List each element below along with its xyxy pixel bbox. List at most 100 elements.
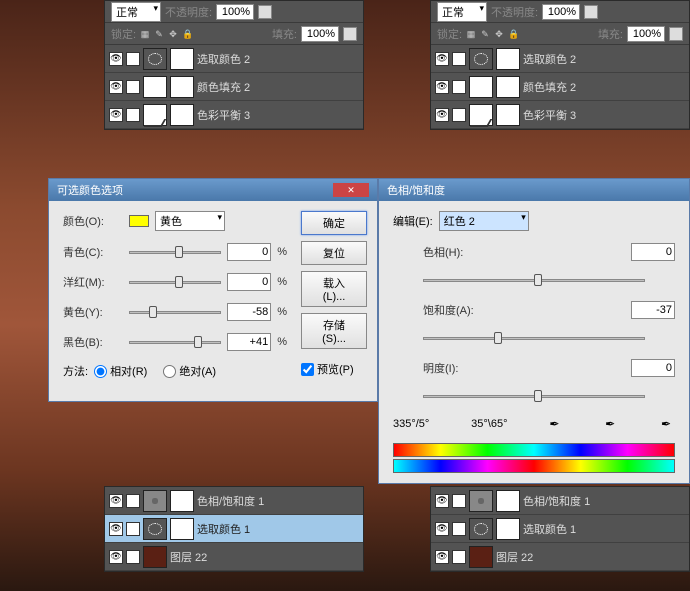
ok-button[interactable]: 确定	[301, 211, 367, 235]
link-slot	[126, 52, 140, 66]
spectrum-bar-2[interactable]	[393, 459, 675, 473]
layer-mask[interactable]	[496, 104, 520, 126]
absolute-radio[interactable]: 绝对(A)	[163, 363, 216, 379]
black-slider[interactable]	[129, 335, 221, 349]
layer-mask[interactable]	[170, 490, 194, 512]
relative-radio[interactable]: 相对(R)	[94, 363, 147, 379]
hue-input[interactable]	[631, 243, 675, 261]
layer-thumb[interactable]	[143, 490, 167, 512]
visibility-icon[interactable]: 👁	[435, 494, 449, 508]
lock-pixels-icon[interactable]: ▦	[466, 29, 476, 39]
visibility-icon[interactable]: 👁	[109, 108, 123, 122]
opacity-arrow-icon[interactable]	[584, 5, 598, 19]
close-icon[interactable]: ✕	[333, 183, 369, 197]
layer-thumb[interactable]	[143, 48, 167, 70]
visibility-icon[interactable]: 👁	[109, 522, 123, 536]
pct: %	[277, 306, 287, 318]
visibility-icon[interactable]: 👁	[435, 52, 449, 66]
dialog-titlebar[interactable]: 色相/饱和度	[379, 179, 689, 201]
layer-mask[interactable]	[496, 518, 520, 540]
cyan-input[interactable]	[227, 243, 271, 261]
layer-mask[interactable]	[496, 490, 520, 512]
visibility-icon[interactable]: 👁	[435, 522, 449, 536]
eyedropper-sub-icon[interactable]: ✒	[661, 417, 675, 431]
layer-thumb[interactable]	[143, 76, 167, 98]
blend-mode-dropdown[interactable]: 正常	[111, 2, 161, 22]
cyan-slider[interactable]	[129, 245, 221, 259]
save-button[interactable]: 存储(S)...	[301, 313, 367, 349]
layer-row[interactable]: 👁 颜色填充 2	[105, 73, 363, 101]
layer-mask[interactable]	[170, 76, 194, 98]
layer-row[interactable]: 👁 选取颜色 2	[431, 45, 689, 73]
visibility-icon[interactable]: 👁	[109, 80, 123, 94]
opacity-arrow-icon[interactable]	[258, 5, 272, 19]
sat-slider[interactable]	[423, 331, 645, 345]
load-button[interactable]: 载入(L)...	[301, 271, 367, 307]
spectrum-bar[interactable]	[393, 443, 675, 457]
layer-thumb[interactable]	[469, 546, 493, 568]
lock-label: 锁定:	[437, 26, 462, 42]
edit-dropdown[interactable]: 红色 2	[439, 211, 529, 231]
magenta-slider[interactable]	[129, 275, 221, 289]
layer-row[interactable]: 👁 图层 22	[431, 543, 689, 571]
dialog-titlebar[interactable]: 可选颜色选项 ✕	[49, 179, 377, 201]
light-input[interactable]	[631, 359, 675, 377]
layer-row[interactable]: 👁 颜色填充 2	[431, 73, 689, 101]
visibility-icon[interactable]: 👁	[109, 494, 123, 508]
layer-thumb[interactable]	[469, 518, 493, 540]
layer-mask[interactable]	[170, 518, 194, 540]
eyedropper-icon[interactable]: ✒	[549, 417, 563, 431]
reset-button[interactable]: 复位	[301, 241, 367, 265]
layer-thumb[interactable]	[143, 546, 167, 568]
lock-all-icon[interactable]: 🔒	[182, 29, 192, 39]
lock-brush-icon[interactable]: ✎	[154, 29, 164, 39]
yellow-slider[interactable]	[129, 305, 221, 319]
layer-row[interactable]: 👁 图层 22	[105, 543, 363, 571]
layer-row[interactable]: 👁 色相/饱和度 1	[431, 487, 689, 515]
layer-mask[interactable]	[170, 104, 194, 126]
black-input[interactable]	[227, 333, 271, 351]
layer-row[interactable]: 👁 选取颜色 1	[431, 515, 689, 543]
eyedropper-add-icon[interactable]: ✒	[605, 417, 619, 431]
layer-mask[interactable]	[170, 48, 194, 70]
visibility-icon[interactable]: 👁	[109, 550, 123, 564]
lock-brush-icon[interactable]: ✎	[480, 29, 490, 39]
layer-thumb[interactable]	[143, 518, 167, 540]
blend-mode-dropdown[interactable]: 正常	[437, 2, 487, 22]
pct: %	[277, 246, 287, 258]
sat-input[interactable]	[631, 301, 675, 319]
magenta-input[interactable]	[227, 273, 271, 291]
fill-arrow-icon[interactable]	[669, 27, 683, 41]
visibility-icon[interactable]: 👁	[435, 80, 449, 94]
light-slider[interactable]	[423, 389, 645, 403]
visibility-icon[interactable]: 👁	[435, 108, 449, 122]
cyan-label: 青色(C):	[63, 244, 123, 260]
fill-input[interactable]: 100%	[301, 26, 339, 42]
opacity-input[interactable]: 100%	[542, 4, 580, 20]
visibility-icon[interactable]: 👁	[109, 52, 123, 66]
layer-row[interactable]: 👁 色相/饱和度 1	[105, 487, 363, 515]
fill-arrow-icon[interactable]	[343, 27, 357, 41]
lock-move-icon[interactable]: ✥	[494, 29, 504, 39]
layer-row[interactable]: 👁 选取颜色 1	[105, 515, 363, 543]
layer-thumb[interactable]	[469, 48, 493, 70]
layer-mask[interactable]	[496, 76, 520, 98]
visibility-icon[interactable]: 👁	[435, 550, 449, 564]
layer-thumb[interactable]	[143, 104, 167, 126]
lock-all-icon[interactable]: 🔒	[508, 29, 518, 39]
layer-thumb[interactable]	[469, 104, 493, 126]
preview-checkbox[interactable]: 预览(P)	[301, 361, 354, 377]
lock-pixels-icon[interactable]: ▦	[140, 29, 150, 39]
yellow-input[interactable]	[227, 303, 271, 321]
color-dropdown[interactable]: 黄色	[155, 211, 225, 231]
layer-row[interactable]: 👁 选取颜色 2	[105, 45, 363, 73]
lock-move-icon[interactable]: ✥	[168, 29, 178, 39]
hue-slider[interactable]	[423, 273, 645, 287]
layer-row[interactable]: 👁 色彩平衡 3	[105, 101, 363, 129]
layer-thumb[interactable]	[469, 490, 493, 512]
layer-thumb[interactable]	[469, 76, 493, 98]
layer-row[interactable]: 👁 色彩平衡 3	[431, 101, 689, 129]
opacity-input[interactable]: 100%	[216, 4, 254, 20]
layer-mask[interactable]	[496, 48, 520, 70]
fill-input[interactable]: 100%	[627, 26, 665, 42]
